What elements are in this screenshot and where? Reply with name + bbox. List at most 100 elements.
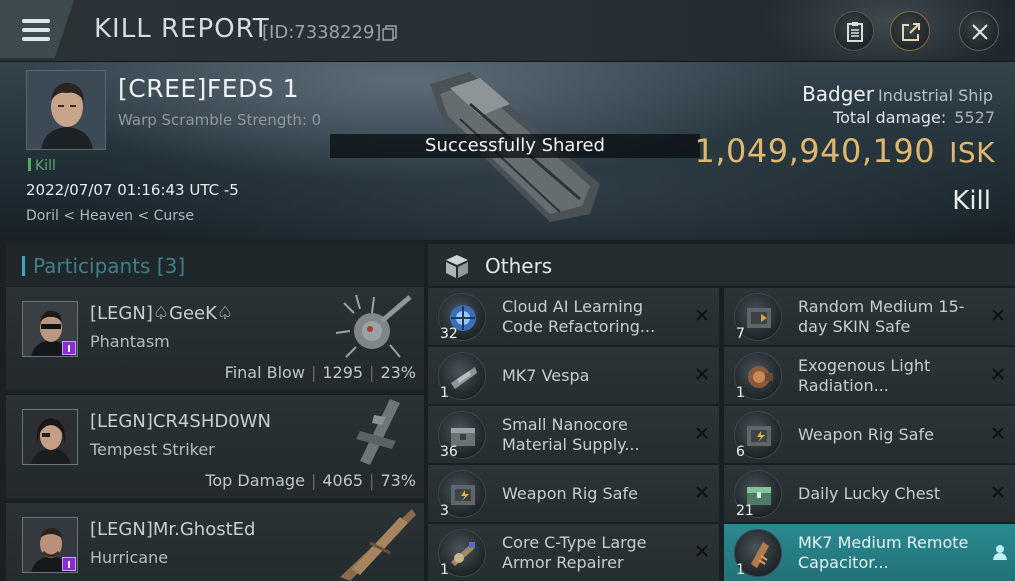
victim-summary: [CREE]FEDS 1 Warp Scramble Strength: 0 K… — [0, 62, 1015, 240]
item-card[interactable]: 3 Weapon Rig Safe — [428, 465, 719, 522]
safe-icon — [747, 426, 771, 446]
participant-row[interactable]: [LEGN]CR4SHD0WN Tempest Striker Top Dama… — [6, 394, 424, 498]
item-name: Exogenous Light Radiation... — [798, 356, 931, 395]
total-damage: Total damage: 5527 — [833, 108, 995, 127]
clipboard-button[interactable] — [834, 11, 874, 51]
item-card-selected[interactable]: 1 MK7 Medium Remote Capacitor... — [724, 524, 1015, 581]
drone-icon — [451, 367, 477, 389]
kill-status-marker — [28, 158, 31, 171]
participant-role: Final Blow — [224, 363, 305, 382]
victim-ship-class: Industrial Ship — [877, 86, 993, 105]
item-name: MK7 Vespa — [502, 366, 590, 385]
victim-name: [CREE]FEDS 1 — [118, 74, 300, 103]
dropped-items-panel: Others 32 Cloud AI Learning Code Refacto… — [424, 240, 1015, 581]
participant-name: [LEGN]CR4SHD0WN — [90, 411, 271, 432]
clipboard-icon — [847, 22, 863, 42]
participant-damage: 4065 — [322, 471, 364, 490]
item-quantity: 32 — [440, 326, 458, 342]
pilot-face-image — [27, 71, 105, 149]
menu-button[interactable] — [0, 0, 74, 58]
total-damage-label: Total damage: — [833, 108, 947, 127]
kill-status-label: Kill — [35, 158, 56, 174]
participant-ship-image — [340, 509, 416, 581]
participants-title: Participants [3] — [33, 254, 186, 278]
item-quantity: 3 — [440, 503, 449, 519]
total-damage-value: 5527 — [954, 108, 995, 127]
participant-avatar[interactable] — [22, 409, 78, 465]
victim-portrait[interactable] — [26, 70, 106, 150]
kill-timestamp: 2022/07/07 01:16:43 UTC -5 — [26, 181, 239, 199]
participant-role: Top Damage — [205, 471, 305, 490]
hamburger-icon — [22, 19, 50, 46]
report-result: Kill — [952, 186, 991, 216]
item-quantity: 1 — [440, 562, 449, 578]
cube-icon — [446, 255, 468, 278]
victim-ship-type: Badger Industrial Ship — [802, 82, 993, 106]
participant-ship-image — [356, 399, 400, 465]
item-card[interactable]: 21 Daily Lucky Chest — [724, 465, 1015, 522]
participant-percent: 73% — [380, 471, 416, 490]
item-quantity: 6 — [736, 444, 745, 460]
participant-stats: Top Damage | 4065 | 73% — [205, 471, 416, 490]
share-success-toast: Successfully Shared — [330, 134, 700, 158]
item-quantity: 36 — [440, 444, 458, 460]
participant-ship: Phantasm — [90, 332, 170, 351]
item-card[interactable]: 1 Core C-Type Large Armor Repairer — [428, 524, 719, 581]
stat-divider: | — [310, 363, 317, 382]
stat-divider: | — [310, 471, 317, 490]
participant-row[interactable]: [LEGN]♤GeeK♤ Phantasm Final Blow | 1295 | 23… — [6, 286, 424, 390]
multiply-icon — [992, 486, 1004, 498]
capacitor-icon — [751, 542, 769, 568]
participants-header: Participants [3] — [6, 244, 424, 286]
item-card[interactable]: 1 Exogenous Light Radiation... — [724, 347, 1015, 404]
repairer-icon — [451, 542, 475, 566]
user-icon[interactable] — [991, 543, 1009, 561]
module-icon — [748, 366, 773, 388]
copy-icon[interactable] — [382, 25, 398, 41]
pilot-face-image — [23, 410, 77, 464]
item-name: Random Medium 15-day SKIN Safe — [798, 297, 965, 336]
title-bar: KILL REPORT [ID:7338229] — [0, 0, 1015, 62]
share-icon — [902, 23, 920, 41]
multiply-icon — [696, 545, 708, 557]
victim-ship-name: Badger — [802, 82, 874, 106]
item-card[interactable]: 36 Small Nanocore Material Supply... — [428, 406, 719, 463]
purple-badge-icon — [62, 341, 76, 355]
item-name: MK7 Medium Remote Capacitor... — [798, 533, 969, 572]
participant-avatar[interactable] — [22, 301, 78, 357]
multiply-icon — [696, 309, 708, 321]
others-header: Others — [428, 244, 1015, 286]
participant-stats: Final Blow | 1295 | 23% — [225, 363, 416, 382]
item-card[interactable]: 7 Random Medium 15-day SKIN Safe — [724, 288, 1015, 345]
safe-icon — [747, 308, 771, 328]
participant-row[interactable]: [LEGN]Mr.GhostEd Hurricane — [6, 502, 424, 581]
isk-amount: 1,049,940,190 — [694, 132, 936, 170]
share-button[interactable] — [890, 11, 930, 51]
participant-avatar[interactable] — [22, 517, 78, 573]
close-icon — [972, 24, 988, 40]
participant-ship: Tempest Striker — [90, 440, 215, 459]
participant-ship: Hurricane — [90, 548, 169, 567]
multiply-icon — [696, 368, 708, 380]
participants-panel: Participants [3] [LEGN]♤GeeK♤ Phantasm F… — [0, 240, 424, 581]
item-quantity: 7 — [736, 326, 745, 342]
item-quantity: 21 — [736, 503, 754, 519]
item-name: Core C-Type Large Armor Repairer — [502, 533, 647, 572]
item-card[interactable]: 32 Cloud AI Learning Code Refactoring... — [428, 288, 719, 345]
item-name: Small Nanocore Material Supply... — [502, 415, 640, 454]
item-quantity: 1 — [736, 562, 745, 578]
participants-accent — [22, 256, 25, 276]
multiply-icon — [992, 309, 1004, 321]
warp-scramble-strength: Warp Scramble Strength: 0 — [118, 111, 322, 129]
participant-percent: 23% — [380, 363, 416, 382]
participant-ship-image — [335, 294, 412, 358]
stat-divider: | — [369, 363, 375, 382]
item-card[interactable]: 6 Weapon Rig Safe — [724, 406, 1015, 463]
multiply-icon — [992, 427, 1004, 439]
safe-icon — [451, 485, 475, 505]
participant-name: [LEGN]♤GeeK♤ — [90, 303, 234, 324]
item-name: Weapon Rig Safe — [798, 425, 934, 444]
close-button[interactable] — [959, 11, 999, 51]
kill-location: Doril < Heaven < Curse — [26, 208, 194, 224]
item-card[interactable]: 1 MK7 Vespa — [428, 347, 719, 404]
